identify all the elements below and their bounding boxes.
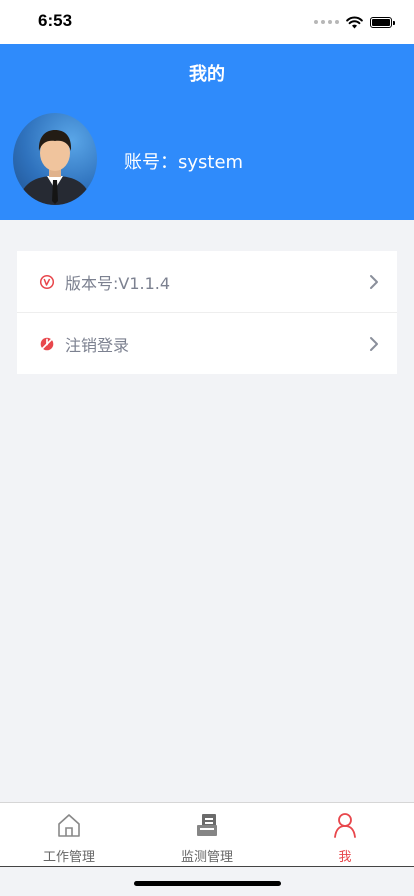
menu-card: 版本号:V1.1.4 注销登录: [17, 251, 397, 374]
status-bar: 6:53: [0, 0, 414, 44]
account-name: 账号：system: [124, 152, 244, 173]
home-icon: [58, 814, 80, 837]
menu-item-label: 注销登录: [65, 335, 130, 355]
cellular-signal-icon: [314, 20, 339, 24]
status-time: 6:53: [38, 11, 73, 30]
tab-label: 工作管理: [42, 850, 95, 865]
avatar: [13, 113, 97, 205]
tab-me[interactable]: 我: [276, 803, 414, 866]
menu-item-version[interactable]: 版本号:V1.1.4: [17, 251, 397, 313]
profile-header: 我的 账号：system: [0, 44, 414, 220]
tab-label: 监测管理: [180, 850, 233, 865]
user-icon: [334, 813, 356, 838]
logout-icon: [40, 336, 54, 351]
avatar-person-icon: [18, 130, 92, 205]
menu-item-label: 版本号:V1.1.4: [65, 273, 171, 293]
chevron-right-icon: [370, 336, 378, 351]
home-indicator[interactable]: [134, 881, 281, 886]
status-icons: [314, 14, 395, 30]
tab-work-management[interactable]: 工作管理: [0, 803, 138, 866]
tab-label: 我: [338, 850, 352, 865]
wifi-icon: [346, 16, 363, 28]
chevron-right-icon: [370, 274, 378, 289]
menu-item-logout[interactable]: 注销登录: [17, 313, 397, 374]
page-title: 我的: [189, 64, 225, 85]
tab-monitor-management[interactable]: 监测管理: [138, 803, 276, 866]
battery-icon: [370, 16, 395, 28]
version-icon: [39, 274, 55, 289]
monitor-icon: [197, 814, 217, 836]
tab-bar: 工作管理 监测管理 我: [0, 802, 414, 867]
